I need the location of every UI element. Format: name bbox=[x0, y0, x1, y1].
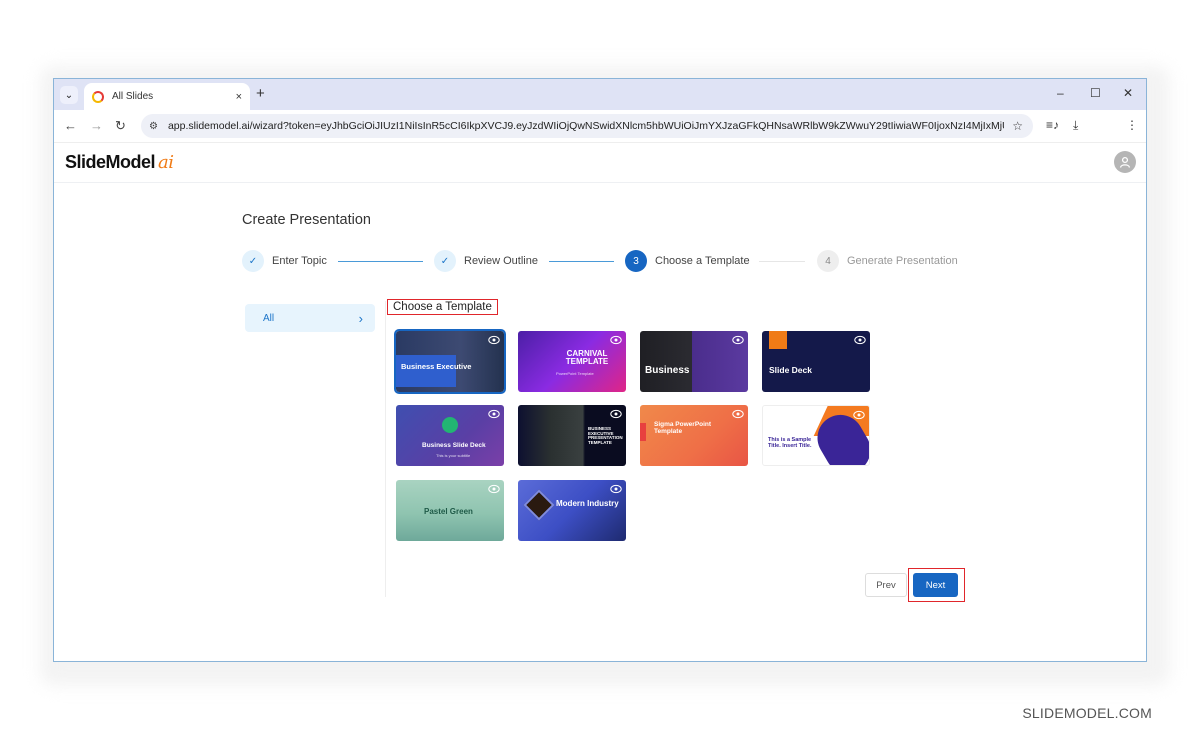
step-enter-topic[interactable]: ✓ Enter Topic bbox=[242, 250, 327, 272]
maximize-icon[interactable]: ☐ bbox=[1090, 86, 1101, 100]
address-bar[interactable]: ⚙ app.slidemodel.ai/wizard?token=eyJhbGc… bbox=[141, 114, 1033, 138]
template-title: Slide Deck bbox=[769, 365, 812, 375]
new-tab-icon[interactable]: + bbox=[256, 85, 265, 102]
logo-main: SlideModel bbox=[65, 152, 156, 172]
minimize-icon[interactable]: – bbox=[1057, 86, 1064, 100]
template-subtitle: This is your subtitle bbox=[436, 453, 471, 458]
page-title: Create Presentation bbox=[242, 212, 371, 228]
browser-window: ⌄ All Slides × + – ☐ ✕ ← → ↻ ⚙ app.slide… bbox=[53, 78, 1147, 662]
chevron-down-icon: ⌄ bbox=[64, 89, 74, 101]
browser-tab[interactable]: All Slides × bbox=[84, 83, 250, 110]
step-connector bbox=[338, 261, 423, 262]
media-control-icon[interactable]: ≡♪ bbox=[1046, 118, 1059, 132]
template-card[interactable]: Pastel Green bbox=[396, 480, 504, 541]
tab-strip: ⌄ All Slides × + – ☐ ✕ bbox=[54, 79, 1146, 110]
site-info-icon[interactable]: ⚙ bbox=[149, 121, 158, 132]
reload-icon[interactable]: ↻ bbox=[115, 118, 126, 134]
step-label: Enter Topic bbox=[272, 255, 327, 267]
card-decor bbox=[640, 423, 646, 441]
preview-eye-icon[interactable] bbox=[610, 483, 622, 495]
card-decor bbox=[769, 331, 787, 349]
step-choose-template[interactable]: 3 Choose a Template bbox=[625, 250, 750, 272]
menu-icon[interactable]: ⋮ bbox=[1126, 118, 1138, 132]
preview-eye-icon[interactable] bbox=[854, 334, 866, 346]
app-header: SlideModel ai bbox=[54, 143, 1146, 183]
template-card[interactable]: Sigma PowerPoint Template bbox=[640, 405, 748, 466]
user-avatar[interactable] bbox=[1114, 151, 1136, 173]
template-card[interactable]: CARNIVAL TEMPLATE PowerPoint Template bbox=[518, 331, 626, 392]
preview-eye-icon[interactable] bbox=[488, 334, 500, 346]
template-card[interactable]: This is a Sample Title. Insert Title. bbox=[762, 405, 870, 466]
favicon-icon bbox=[92, 90, 104, 103]
template-card[interactable]: BUSINESS EXECUTIVE PRESENTATION TEMPLATE bbox=[518, 405, 626, 466]
category-label: All bbox=[263, 312, 275, 324]
category-all[interactable]: All › bbox=[245, 304, 375, 332]
template-title: Modern Industry bbox=[556, 499, 619, 508]
template-card[interactable]: Business Executive bbox=[394, 329, 506, 394]
template-title: Business Executive bbox=[401, 362, 472, 371]
card-decor bbox=[396, 355, 456, 387]
template-title: Business bbox=[645, 365, 690, 376]
wizard-stepper: ✓ Enter Topic ✓ Review Outline 3 Choose … bbox=[242, 250, 982, 274]
step-connector bbox=[549, 261, 614, 262]
preview-eye-icon[interactable] bbox=[610, 334, 622, 346]
step-number: 4 bbox=[817, 250, 839, 272]
prev-button[interactable]: Prev bbox=[865, 573, 907, 597]
template-title: Business Slide Deck bbox=[422, 442, 486, 449]
template-title: CARNIVAL TEMPLATE bbox=[565, 349, 609, 367]
template-card[interactable]: Business Slide Deck This is your subtitl… bbox=[396, 405, 504, 466]
preview-eye-icon[interactable] bbox=[853, 409, 865, 421]
step-number: 3 bbox=[625, 250, 647, 272]
step-review-outline[interactable]: ✓ Review Outline bbox=[434, 250, 538, 272]
browser-toolbar: ← → ↻ ⚙ app.slidemodel.ai/wizard?token=e… bbox=[54, 110, 1146, 143]
logo[interactable]: SlideModel ai bbox=[65, 152, 174, 173]
chevron-right-icon: › bbox=[358, 310, 363, 326]
download-icon[interactable]: ⤓ bbox=[1073, 118, 1078, 133]
close-window-icon[interactable]: ✕ bbox=[1123, 86, 1133, 100]
tab-title: All Slides bbox=[112, 91, 154, 102]
logo-suffix: ai bbox=[158, 152, 174, 173]
divider bbox=[385, 301, 386, 597]
step-label: Generate Presentation bbox=[847, 255, 958, 267]
tab-list-button[interactable]: ⌄ bbox=[60, 86, 78, 104]
bookmark-star-icon[interactable]: ☆ bbox=[1012, 119, 1023, 133]
preview-eye-icon[interactable] bbox=[732, 408, 744, 420]
template-title: This is a Sample Title. Insert Title. bbox=[768, 437, 812, 449]
next-button[interactable]: Next bbox=[913, 573, 958, 597]
template-card[interactable]: Modern Industry bbox=[518, 480, 626, 541]
template-card[interactable]: Business bbox=[640, 331, 748, 392]
step-generate-presentation[interactable]: 4 Generate Presentation bbox=[817, 250, 958, 272]
step-check-icon: ✓ bbox=[434, 250, 456, 272]
step-connector bbox=[759, 261, 805, 262]
template-subtitle: PowerPoint Template bbox=[556, 371, 594, 376]
preview-eye-icon[interactable] bbox=[488, 408, 500, 420]
preview-eye-icon[interactable] bbox=[488, 483, 500, 495]
card-decor bbox=[523, 489, 555, 521]
step-label: Choose a Template bbox=[655, 255, 750, 267]
user-icon bbox=[1119, 156, 1131, 168]
section-title: Choose a Template bbox=[387, 299, 498, 315]
close-tab-icon[interactable]: × bbox=[236, 91, 242, 103]
watermark: SLIDEMODEL.COM bbox=[1022, 705, 1152, 721]
step-label: Review Outline bbox=[464, 255, 538, 267]
preview-eye-icon[interactable] bbox=[732, 334, 744, 346]
template-card[interactable]: Slide Deck bbox=[762, 331, 870, 392]
url-text[interactable]: app.slidemodel.ai/wizard?token=eyJhbGciO… bbox=[168, 120, 1004, 132]
template-title: BUSINESS EXECUTIVE PRESENTATION TEMPLATE bbox=[588, 426, 623, 446]
card-decor bbox=[442, 417, 458, 433]
back-icon[interactable]: ← bbox=[64, 118, 77, 133]
step-check-icon: ✓ bbox=[242, 250, 264, 272]
template-title: Pastel Green bbox=[424, 507, 473, 516]
forward-icon[interactable]: → bbox=[90, 118, 103, 133]
template-title: Sigma PowerPoint Template bbox=[654, 421, 712, 435]
preview-eye-icon[interactable] bbox=[610, 408, 622, 420]
